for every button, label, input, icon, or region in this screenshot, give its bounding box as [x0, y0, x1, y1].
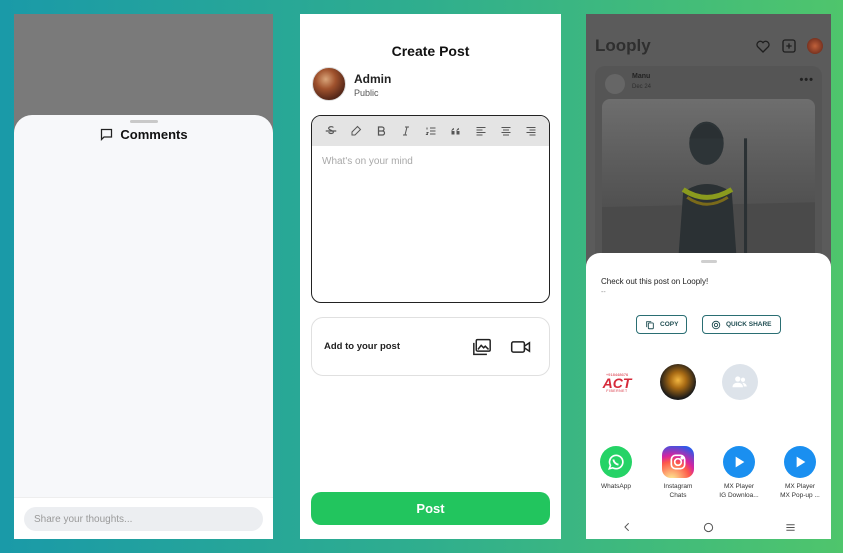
post-text-input[interactable] — [322, 156, 539, 167]
home-icon[interactable] — [701, 520, 715, 534]
align-center-icon[interactable] — [497, 122, 515, 140]
comments-title: Comments — [120, 127, 188, 142]
share-app-whatsapp[interactable]: WhatsApp — [589, 446, 643, 491]
header-actions — [755, 38, 823, 54]
add-to-post-box: Add to your post — [311, 317, 550, 376]
video-icon[interactable] — [510, 338, 532, 356]
app-label: Instagram Chats — [663, 483, 693, 499]
app-label: WhatsApp — [601, 483, 631, 490]
profile-avatar[interactable] — [807, 38, 823, 54]
more-options-icon[interactable]: ••• — [799, 74, 814, 86]
statue-image — [602, 121, 815, 276]
bold-icon[interactable] — [372, 122, 390, 140]
strikethrough-icon[interactable] — [322, 122, 340, 140]
act-logo-bottom-text: FIBERNET — [606, 388, 628, 393]
share-target-act[interactable]: +918448676 ACT FIBERNET — [599, 364, 635, 400]
post-editor — [311, 115, 550, 303]
ordered-list-icon[interactable] — [422, 122, 440, 140]
quick-share-icon — [711, 320, 721, 329]
quote-icon[interactable] — [447, 122, 465, 140]
app-logo: Looply — [595, 36, 651, 55]
comment-input[interactable] — [24, 507, 263, 531]
instagram-icon — [662, 446, 694, 478]
whatsapp-icon — [600, 446, 632, 478]
back-icon[interactable] — [620, 520, 634, 534]
post-button[interactable]: Post — [311, 492, 550, 525]
heart-icon[interactable] — [755, 38, 771, 54]
drag-handle[interactable] — [129, 120, 158, 123]
mx-player-icon — [784, 446, 816, 478]
post-date: Dec 24 — [632, 84, 652, 90]
add-to-post-label: Add to your post — [324, 341, 400, 352]
feed-post-card: Manu Dec 24 ••• — [595, 66, 822, 276]
act-logo-main-text: ACT — [602, 374, 632, 391]
share-app-instagram[interactable]: Instagram Chats — [651, 446, 705, 500]
formatting-toolbar — [312, 116, 549, 146]
avatar — [605, 74, 625, 94]
copy-label: COPY — [660, 321, 679, 328]
share-message: Check out this post on Looply! — [601, 277, 709, 286]
group-icon — [732, 376, 747, 388]
share-subtext: -- — [601, 289, 606, 296]
comments-sheet: Comments — [14, 115, 273, 539]
eraser-icon[interactable] — [347, 122, 365, 140]
mx-player-icon — [723, 446, 755, 478]
comments-header: Comments — [14, 127, 273, 142]
copy-icon — [646, 320, 654, 329]
share-sheet: Check out this post on Looply! -- COPY Q… — [586, 253, 831, 539]
post-author: Manu — [632, 73, 651, 80]
align-right-icon[interactable] — [522, 122, 540, 140]
image-icon[interactable] — [472, 338, 492, 356]
quick-share-button[interactable]: QUICK SHARE — [702, 315, 781, 334]
share-target-contact[interactable] — [660, 364, 696, 400]
copy-button[interactable]: COPY — [636, 315, 688, 334]
share-screen: Looply Manu Dec 24 ••• Check out this po… — [586, 14, 831, 539]
comments-screen: Comments — [14, 14, 273, 539]
app-label: MX Player MX Pop-up ... — [780, 483, 820, 499]
quick-share-label: QUICK SHARE — [726, 321, 772, 328]
align-left-icon[interactable] — [472, 122, 490, 140]
share-app-mx-player-popup[interactable]: MX Player MX Pop-up ... — [773, 446, 827, 500]
italic-icon[interactable] — [397, 122, 415, 140]
share-app-mx-player-ig[interactable]: MX Player IG Downloa... — [712, 446, 766, 500]
share-target-group[interactable] — [722, 364, 758, 400]
app-label: MX Player IG Downloa... — [719, 483, 759, 499]
create-post-screen: Create Post Admin Public Add to your pos… — [300, 14, 561, 539]
recents-icon[interactable] — [783, 520, 797, 534]
system-nav-bar — [586, 515, 831, 539]
comment-footer — [14, 497, 273, 539]
comment-icon — [101, 128, 113, 142]
avatar — [312, 67, 346, 101]
post-image — [602, 99, 815, 276]
drag-handle[interactable] — [700, 260, 717, 263]
visibility-label: Public — [354, 88, 379, 98]
user-name: Admin — [354, 72, 392, 86]
page-title: Create Post — [391, 43, 470, 59]
add-post-icon[interactable] — [781, 38, 797, 54]
